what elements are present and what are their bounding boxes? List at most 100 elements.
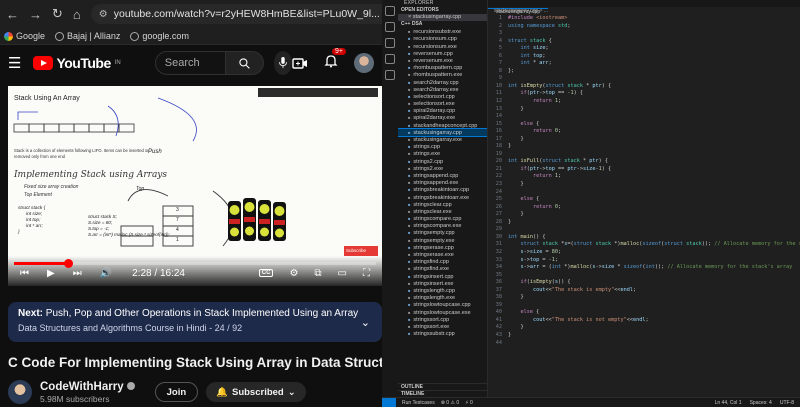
file-item[interactable]: spiral2darray.exe xyxy=(398,114,487,122)
file-item[interactable]: spiral2darray.cpp xyxy=(398,107,487,114)
file-item[interactable]: stackandheapconcept.cpp xyxy=(398,122,487,129)
create-icon[interactable] xyxy=(292,57,308,70)
file-item[interactable]: stringslength.exe xyxy=(398,294,487,301)
next-icon[interactable]: ⏭ xyxy=(73,268,82,279)
file-item[interactable]: selectionsort.exe xyxy=(398,100,487,107)
hamburger-menu-icon[interactable]: ☰ xyxy=(8,54,21,72)
outline-section[interactable]: OUTLINE xyxy=(398,383,487,390)
subscribed-button[interactable]: 🔔 Subscribed ⌄ xyxy=(206,382,306,402)
voice-search-button[interactable] xyxy=(273,51,292,75)
encoding[interactable]: UTF-8 xyxy=(780,400,794,406)
file-item[interactable]: stringslength.cpp xyxy=(398,287,487,294)
bookmark-google-com[interactable]: google.com xyxy=(130,31,189,41)
file-item[interactable]: stringsappend.cpp xyxy=(398,172,487,179)
open-editors-section[interactable]: OPEN EDITORS xyxy=(398,7,487,14)
search-icon[interactable] xyxy=(385,22,395,32)
reload-icon[interactable]: ↻ xyxy=(52,6,63,22)
file-item[interactable]: strings.exe xyxy=(398,150,487,157)
file-item[interactable]: reversenum.exe xyxy=(398,57,487,64)
fullscreen-icon[interactable]: ⛶ xyxy=(363,268,370,279)
google-icon xyxy=(4,31,13,41)
remote-indicator[interactable] xyxy=(382,397,396,407)
file-item[interactable]: stringssort.exe xyxy=(398,323,487,330)
file-item[interactable]: stringserase.exe xyxy=(398,251,487,258)
file-item[interactable]: stringsempty.cpp xyxy=(398,229,487,237)
extensions-icon[interactable] xyxy=(385,70,395,80)
settings-icon[interactable]: ⚙ xyxy=(289,268,298,279)
file-item[interactable]: stringsbreakintoarr.cpp xyxy=(398,186,487,193)
join-button[interactable]: Join xyxy=(154,382,199,402)
stack-cell: 3 xyxy=(176,207,179,213)
file-item[interactable]: stackusingarray.exe xyxy=(398,136,487,143)
channel-avatar[interactable] xyxy=(8,380,32,404)
file-item[interactable]: reversenum.cpp xyxy=(398,50,487,57)
file-item[interactable]: stringsbreakintoarr.exe xyxy=(398,194,487,201)
bookmark-google[interactable]: Google xyxy=(4,31,45,41)
file-item[interactable]: stringslowtoupcase.cpp xyxy=(398,301,487,308)
miniplayer-icon[interactable]: ⧉ xyxy=(314,268,321,279)
file-item[interactable]: stringsclear.exe xyxy=(398,208,487,215)
next-video-card[interactable]: Next: Push, Pop and Other Operations in … xyxy=(8,302,382,342)
file-item[interactable]: stackusingarray.cpp xyxy=(398,127,487,138)
run-debug-icon[interactable] xyxy=(385,54,395,64)
indentation[interactable]: Spaces: 4 xyxy=(750,400,772,406)
file-item[interactable]: strings2.exe xyxy=(398,165,487,172)
theater-icon[interactable]: ▭ xyxy=(338,268,347,279)
previous-icon[interactable]: ⏮ xyxy=(20,268,29,279)
video-player[interactable]: Stack Using An Array Stack is a collecti… xyxy=(8,86,382,286)
open-editor-item[interactable]: × stackusingarray.cpp xyxy=(398,14,487,22)
channel-name[interactable]: CodeWithHarry xyxy=(40,381,135,393)
file-item[interactable]: search2darray.exe xyxy=(398,86,487,93)
problems-indicator[interactable]: ⊗ 0 ⚠ 0 xyxy=(441,400,459,406)
file-item[interactable]: stringsfind.cpp xyxy=(398,258,487,265)
search-button[interactable] xyxy=(225,51,264,75)
file-item[interactable]: stringscompare.exe xyxy=(398,222,487,229)
chevron-down-icon[interactable]: ⌄ xyxy=(361,316,370,329)
file-item[interactable]: strings.cpp xyxy=(398,143,487,150)
home-icon[interactable]: ⌂ xyxy=(73,7,81,22)
file-item[interactable]: stringssort.cpp xyxy=(398,316,487,323)
notifications-button[interactable]: 9+ xyxy=(324,47,346,73)
file-item[interactable]: stringsinsert.cpp xyxy=(398,273,487,280)
timeline-section[interactable]: TIMELINE xyxy=(398,390,487,397)
subscribe-overlay[interactable]: Subscribe xyxy=(346,248,366,253)
slide-bullet: Top Element xyxy=(24,192,52,198)
explorer-panel: EXPLORER OPEN EDITORS × stackusingarray.… xyxy=(398,0,488,397)
source-control-icon[interactable] xyxy=(385,38,395,48)
explorer-icon[interactable] xyxy=(385,6,395,16)
file-item[interactable]: stringsinsert.exe xyxy=(398,280,487,287)
file-item[interactable]: stringsfind.exe xyxy=(398,265,487,272)
breadcrumb[interactable]: stackusingarray.cpp > ... xyxy=(488,7,800,15)
file-item[interactable]: stringssubstr.cpp xyxy=(398,330,487,337)
file-item[interactable]: stringsempty.exe xyxy=(398,237,487,244)
file-item[interactable]: stringsclear.cpp xyxy=(398,201,487,208)
captions-icon[interactable]: CC xyxy=(258,269,274,277)
site-info-icon[interactable]: ⚙ xyxy=(99,9,108,20)
file-item[interactable]: stringserase.cpp xyxy=(398,244,487,251)
file-item[interactable]: recursionsum.exe xyxy=(398,43,487,50)
play-icon[interactable]: ▶ xyxy=(47,268,55,279)
bookmark-bajaj[interactable]: Bajaj | Allianz xyxy=(55,31,120,41)
file-item[interactable]: selectionsort.cpp xyxy=(398,93,487,100)
back-icon[interactable]: ← xyxy=(6,7,19,22)
file-item[interactable]: strings2.cpp xyxy=(398,158,487,165)
file-item[interactable]: rhombuspattern.cpp xyxy=(398,64,487,71)
file-item[interactable]: rhombuspattern.exe xyxy=(398,71,487,78)
file-item[interactable]: search2darray.cpp xyxy=(398,79,487,86)
run-testcases[interactable]: Run Testcases xyxy=(402,400,435,406)
youtube-logo[interactable]: YouTube IN xyxy=(33,55,121,71)
cursor-position[interactable]: Ln 44, Col 1 xyxy=(715,400,742,406)
folder-section[interactable]: C++ DSA xyxy=(398,21,487,28)
file-item[interactable]: stringscompare.cpp xyxy=(398,215,487,222)
account-avatar[interactable] xyxy=(354,53,374,73)
search-input[interactable]: Search xyxy=(154,51,226,75)
volume-icon[interactable]: 🔊 xyxy=(100,268,112,279)
file-item[interactable]: recursionsum.cpp xyxy=(398,35,487,42)
file-item[interactable]: stringslowtoupcase.exe xyxy=(398,309,487,316)
address-bar[interactable]: ⚙ youtube.com/watch?v=r2yHEW8HmBE&list=P… xyxy=(90,4,382,24)
code-editor[interactable]: stackusingarray.cpp stackusingarray.cpp … xyxy=(488,0,800,397)
forward-icon[interactable]: → xyxy=(29,7,42,22)
ports-indicator[interactable]: ⚡ 0 xyxy=(465,400,473,406)
file-item[interactable]: recursionsubstr.exe xyxy=(398,28,487,35)
file-item[interactable]: stringsappend.exe xyxy=(398,179,487,186)
